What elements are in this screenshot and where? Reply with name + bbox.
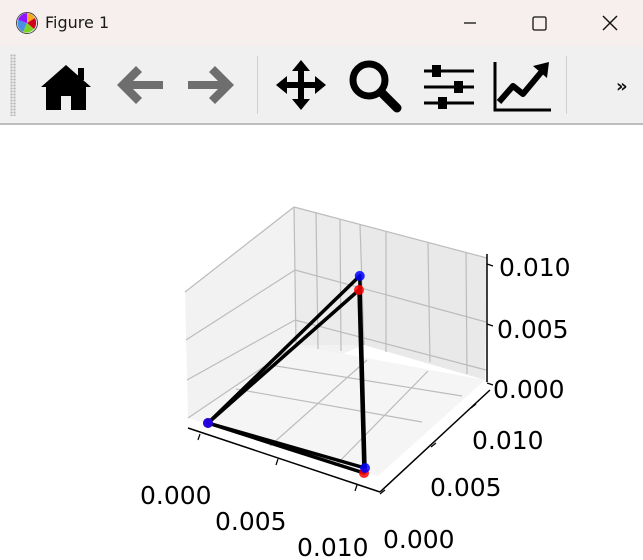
window-title: Figure 1 <box>45 13 110 32</box>
x-tick-label: 0.000 <box>140 481 212 510</box>
close-button[interactable] <box>587 0 633 46</box>
move-icon <box>276 60 326 110</box>
close-icon <box>602 15 618 31</box>
home-button[interactable] <box>35 54 97 116</box>
figure-canvas[interactable]: 0.000 0.005 0.010 0.000 0.005 0.010 0.00… <box>4 125 643 560</box>
minimize-icon <box>464 22 476 24</box>
home-icon <box>41 65 91 110</box>
title-bar: Figure 1 <box>0 0 643 46</box>
x-tick-labels: 0.000 0.005 0.010 <box>140 481 369 560</box>
pan-button[interactable] <box>270 54 332 116</box>
line-chart-icon <box>493 62 551 112</box>
z-tick-label: 0.010 <box>499 253 571 282</box>
y-tick-label: 0.005 <box>430 473 502 502</box>
minimize-button[interactable] <box>447 0 493 46</box>
toolbar-separator <box>566 56 567 114</box>
zoom-button[interactable] <box>343 54 405 116</box>
toolbar-separator <box>257 56 258 114</box>
data-point <box>354 270 365 281</box>
toolbar: » <box>0 46 643 124</box>
subplots-button[interactable] <box>418 54 480 116</box>
magnifier-icon <box>349 60 402 113</box>
data-point <box>354 285 364 295</box>
z-tick-label: 0.005 <box>497 315 569 344</box>
matplotlib-icon <box>15 11 39 35</box>
x-tick-label: 0.010 <box>297 533 369 560</box>
sliders-icon <box>424 65 474 109</box>
toolbar-grip[interactable] <box>10 54 16 116</box>
back-button[interactable] <box>109 54 171 116</box>
back-pane-right <box>294 207 364 345</box>
y-tick-label: 0.010 <box>472 426 544 455</box>
customize-button[interactable] <box>491 54 553 116</box>
data-point <box>360 463 370 473</box>
plot-3d: 0.000 0.005 0.010 0.000 0.005 0.010 0.00… <box>140 206 571 560</box>
toolbar-overflow-button[interactable]: » <box>616 76 628 97</box>
x-tick-label: 0.005 <box>215 507 287 536</box>
arrow-left-icon <box>117 66 163 104</box>
z-tick-labels: 0.000 0.005 0.010 <box>493 253 571 404</box>
maximize-icon <box>532 16 547 31</box>
maximize-button[interactable] <box>516 0 562 46</box>
side-pane <box>360 225 487 380</box>
data-point <box>203 418 213 428</box>
arrow-right-icon <box>188 66 234 104</box>
forward-button[interactable] <box>180 54 242 116</box>
y-tick-label: 0.000 <box>383 525 455 554</box>
z-tick-label: 0.000 <box>493 375 565 404</box>
